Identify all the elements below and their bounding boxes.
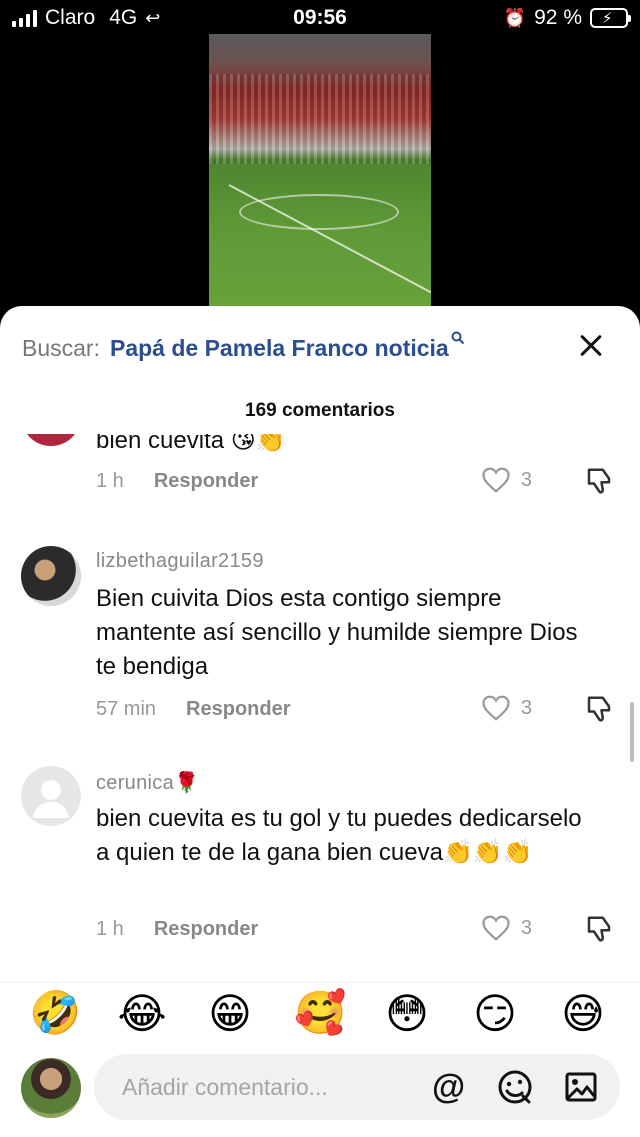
comment-composer: Añadir comentario... @ xyxy=(0,1054,640,1124)
heart-icon xyxy=(482,915,510,941)
search-suggestion[interactable]: Buscar: Papá de Pamela Franco noticia xyxy=(22,328,618,368)
emoji-button[interactable]: 😅 xyxy=(558,989,608,1038)
emoji-icon[interactable] xyxy=(496,1068,534,1106)
emoji-button[interactable]: 😁 xyxy=(205,989,255,1038)
comments-list[interactable]: bien cuevita 😘👏 1 h Responder 3 lizbetha… xyxy=(0,434,640,964)
heart-icon xyxy=(482,695,510,721)
emoji-button[interactable]: 😂 xyxy=(117,989,167,1038)
comment-input-placeholder: Añadir comentario... xyxy=(122,1074,328,1100)
like-count: 3 xyxy=(520,468,532,491)
dislike-icon[interactable] xyxy=(584,466,614,496)
mention-icon[interactable]: @ xyxy=(432,1068,465,1107)
reply-button[interactable]: Responder xyxy=(186,698,290,721)
comment-input[interactable]: Añadir comentario... @ xyxy=(94,1054,620,1120)
like-count: 3 xyxy=(520,696,532,719)
like-count: 3 xyxy=(520,916,532,939)
dislike-icon[interactable] xyxy=(584,914,614,944)
battery-percent: 92 % xyxy=(534,6,582,29)
avatar[interactable] xyxy=(21,1058,81,1118)
comment-time: 1 h xyxy=(96,470,124,492)
video-player[interactable] xyxy=(209,34,431,314)
quick-emoji-bar: 🤣 😂 😁 🥰 😳 😏 😅 xyxy=(0,982,640,1046)
like-button[interactable]: 3 xyxy=(481,466,532,494)
reply-button[interactable]: Responder xyxy=(154,918,258,941)
like-button[interactable]: 3 xyxy=(481,694,532,722)
like-button[interactable]: 3 xyxy=(481,914,532,942)
comment-time: 1 h xyxy=(96,918,124,940)
comments-sheet: Buscar: Papá de Pamela Franco noticia 16… xyxy=(0,306,640,1137)
search-label: Buscar: xyxy=(22,334,100,361)
comment-username[interactable]: cerunica🌹 xyxy=(96,770,199,795)
close-icon[interactable] xyxy=(574,328,610,364)
comment-time: 57 min xyxy=(96,698,157,720)
battery-icon: ⚡ xyxy=(590,8,631,28)
reply-button[interactable]: Responder xyxy=(154,470,258,493)
scrollbar[interactable] xyxy=(630,702,634,762)
comment-username[interactable]: lizbethaguilar2159 xyxy=(96,550,264,573)
image-icon[interactable] xyxy=(564,1070,598,1104)
emoji-button[interactable]: 😳 xyxy=(382,989,432,1038)
comment-text: Bien cuivita Dios esta contigo siempre m… xyxy=(96,585,578,680)
search-icon xyxy=(451,331,465,350)
dislike-icon[interactable] xyxy=(584,694,614,724)
heart-icon xyxy=(482,467,510,493)
avatar[interactable] xyxy=(21,766,81,826)
comments-count: 169 comentarios xyxy=(245,400,395,421)
status-bar: Claro 4G ↩ 09:56 ⏰ 92 % ⚡ xyxy=(0,0,640,36)
emoji-button[interactable]: 🤣 xyxy=(29,989,81,1038)
emoji-button[interactable]: 😏 xyxy=(470,989,520,1038)
emoji-button[interactable]: 🥰 xyxy=(294,989,346,1038)
comment-text: bien cuevita 😘👏 xyxy=(96,434,286,454)
avatar[interactable] xyxy=(21,434,81,446)
avatar[interactable] xyxy=(21,546,81,606)
alarm-icon: ⏰ xyxy=(503,7,527,28)
comment-text: bien cuevita es tu gol y tu puedes dedic… xyxy=(96,805,582,866)
search-query-link[interactable]: Papá de Pamela Franco noticia xyxy=(110,335,449,362)
